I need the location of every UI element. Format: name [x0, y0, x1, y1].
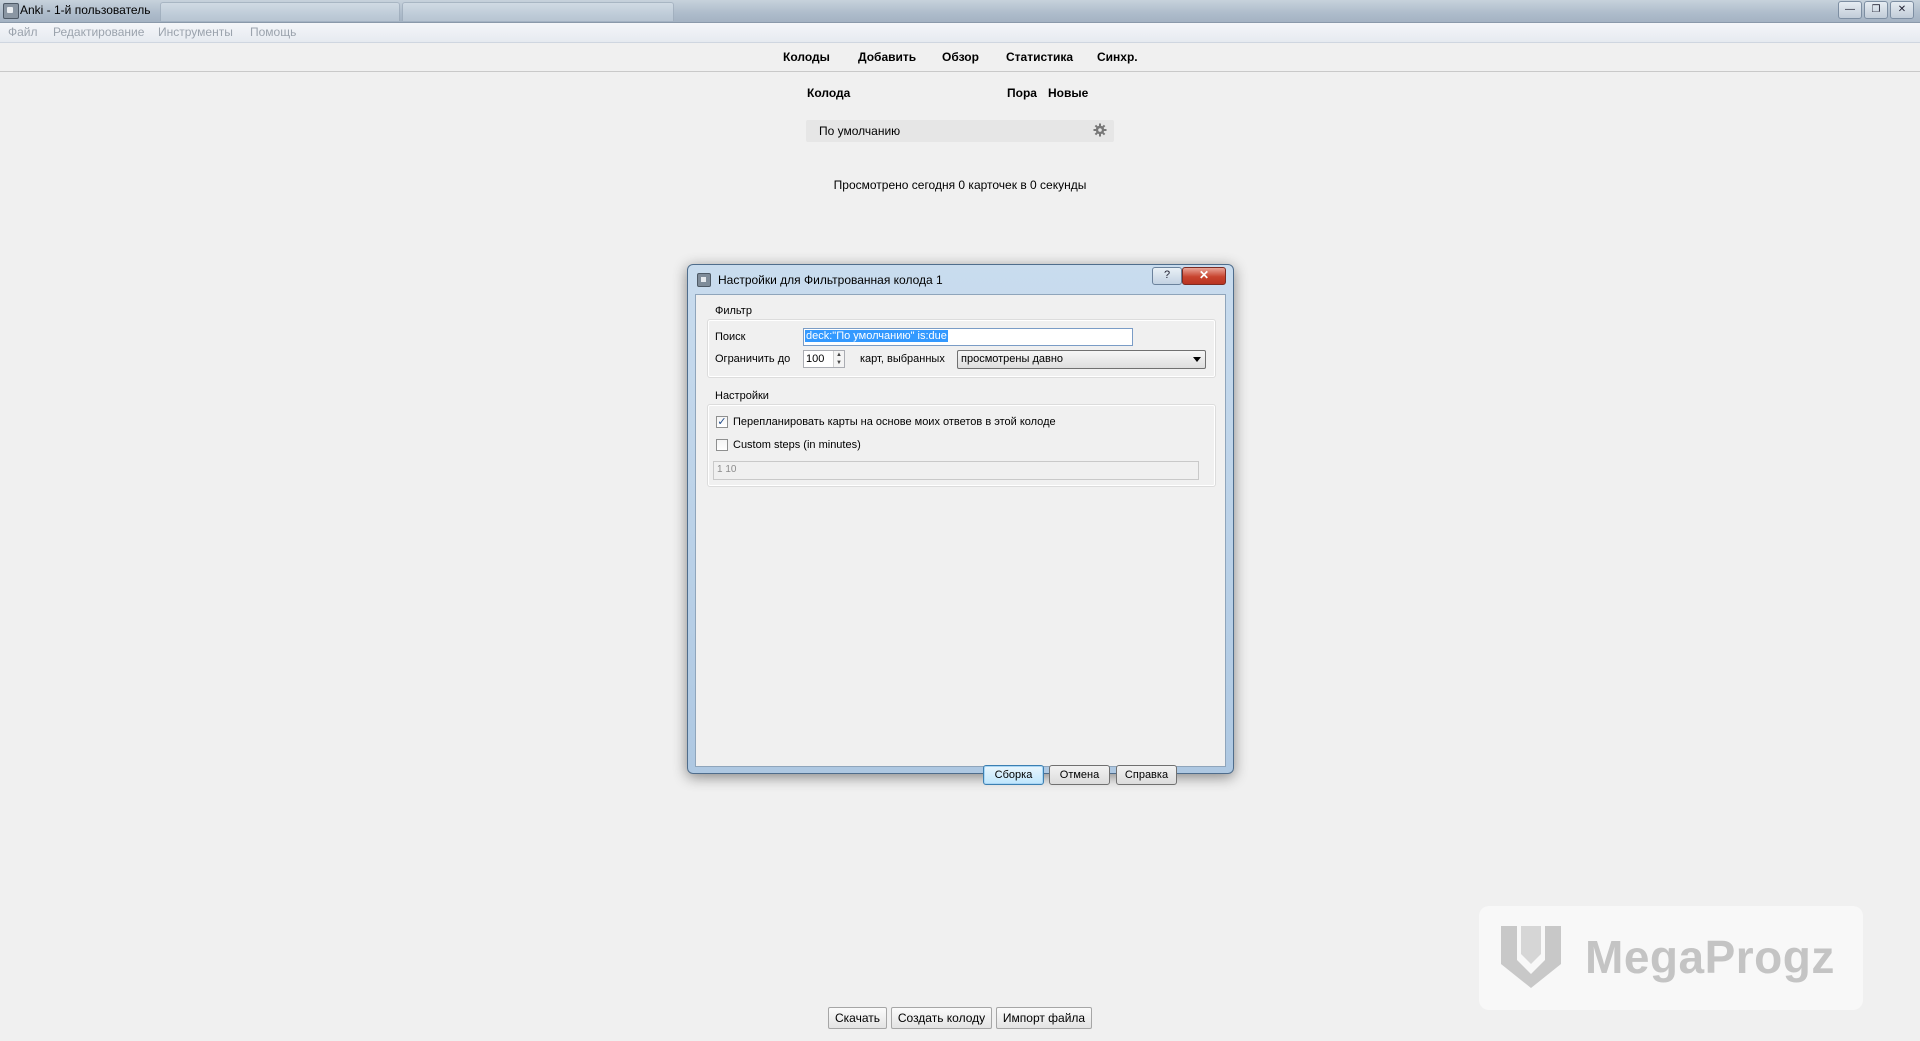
- reschedule-label[interactable]: Перепланировать карты на основе моих отв…: [733, 416, 1056, 428]
- search-label: Поиск: [715, 331, 746, 343]
- window-title: Anki - 1-й пользователь: [20, 3, 151, 17]
- order-selected-value: просмотрены давно: [961, 353, 1064, 365]
- cards-selected-label: карт, выбранных: [860, 353, 945, 365]
- watermark: MegaProgz: [1479, 906, 1863, 1010]
- restore-icon[interactable]: ❐: [1864, 1, 1888, 19]
- dialog-title: Настройки для Фильтрованная колода 1: [718, 273, 943, 287]
- limit-value: 100: [806, 353, 825, 365]
- column-header-new: Новые: [1048, 86, 1089, 100]
- main-toolbar: Колоды Добавить Обзор Статистика Синхр.: [0, 43, 1920, 72]
- menu-help[interactable]: Помощь: [250, 25, 296, 39]
- menu-tools[interactable]: Инструменты: [158, 25, 233, 39]
- create-deck-button[interactable]: Создать колоду: [891, 1007, 992, 1029]
- dialog-body: Фильтр Поиск deck:"По умолчанию" is:due …: [695, 294, 1226, 785]
- megaprogz-logo-icon: [1501, 926, 1561, 988]
- window-controls: — ❐ ✕: [1838, 1, 1914, 19]
- toolbar-add-link[interactable]: Добавить: [858, 50, 916, 64]
- filtered-deck-dialog: Настройки для Фильтрованная колода 1 ? ✕…: [687, 264, 1234, 785]
- menu-edit[interactable]: Редактирование: [53, 25, 144, 39]
- download-button[interactable]: Скачать: [828, 1007, 887, 1029]
- custom-steps-value: 1 10: [717, 464, 737, 475]
- search-input-value: deck:"По умолчанию" is:due: [805, 330, 948, 342]
- build-button[interactable]: Сборка: [983, 765, 1044, 785]
- menu-file[interactable]: Файл: [8, 25, 38, 39]
- limit-spinbox[interactable]: 100 ▲ ▼: [803, 350, 845, 368]
- toolbar-sync-link[interactable]: Синхр.: [1097, 50, 1138, 64]
- help-icon[interactable]: ?: [1152, 267, 1182, 285]
- cancel-button[interactable]: Отмена: [1049, 765, 1110, 785]
- menu-bar: Файл Редактирование Инструменты Помощь: [0, 23, 1920, 43]
- deck-row[interactable]: По умолчанию: [806, 120, 1114, 142]
- anki-app-icon: [3, 3, 19, 19]
- options-group-title: Настройки: [715, 390, 769, 402]
- order-dropdown[interactable]: просмотрены давно: [957, 350, 1206, 369]
- import-file-button[interactable]: Импорт файла: [996, 1007, 1092, 1029]
- limit-label: Ограничить до: [715, 353, 791, 365]
- dialog-app-icon: [697, 273, 711, 287]
- minimize-icon[interactable]: —: [1838, 1, 1862, 19]
- chevron-down-icon: [1193, 357, 1201, 362]
- help-button[interactable]: Справка: [1116, 765, 1177, 785]
- toolbar-stats-link[interactable]: Статистика: [1006, 50, 1073, 64]
- column-header-due: Пора: [1007, 86, 1037, 100]
- toolbar-browse-link[interactable]: Обзор: [942, 50, 979, 64]
- custom-steps-input[interactable]: 1 10: [713, 461, 1199, 480]
- background-taskbar-tab: [160, 2, 400, 21]
- reschedule-checkbox[interactable]: ✓: [716, 416, 728, 428]
- deck-name-link[interactable]: По умолчанию: [819, 124, 900, 138]
- search-input[interactable]: deck:"По умолчанию" is:due: [803, 328, 1133, 346]
- close-icon[interactable]: ✕: [1890, 1, 1914, 19]
- spin-arrows-icon[interactable]: ▲ ▼: [833, 351, 844, 367]
- gear-icon[interactable]: [1092, 122, 1108, 138]
- custom-steps-label[interactable]: Custom steps (in minutes): [733, 439, 861, 451]
- toolbar-decks-link[interactable]: Колоды: [783, 50, 830, 64]
- background-taskbar-tab: [402, 2, 674, 21]
- filter-group-title: Фильтр: [715, 305, 752, 317]
- studied-today-stats: Просмотрено сегодня 0 карточек в 0 секун…: [833, 178, 1087, 192]
- window-title-bar: Anki - 1-й пользователь — ❐ ✕: [0, 0, 1920, 23]
- column-header-deck: Колода: [807, 86, 851, 100]
- custom-steps-checkbox[interactable]: [716, 439, 728, 451]
- watermark-text: MegaProgz: [1585, 931, 1835, 983]
- close-icon[interactable]: ✕: [1182, 267, 1226, 285]
